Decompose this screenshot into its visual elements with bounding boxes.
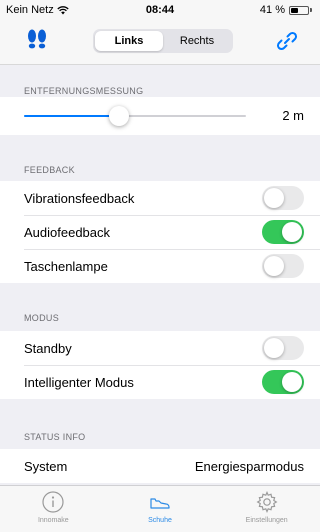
slider-fill [24, 115, 120, 117]
segment-rechts[interactable]: Rechts [163, 31, 231, 51]
navigation-bar: Links Rechts [0, 20, 320, 65]
switch-knob [282, 222, 302, 242]
switch-knob [264, 256, 284, 276]
section-header-modus: MODUS [24, 313, 59, 323]
system-status-value: Energiesparmodus [194, 458, 304, 474]
status-info-group: System Energiesparmodus [0, 449, 320, 483]
distance-slider-row: 2 m [0, 97, 320, 135]
row-label: Audiofeedback [24, 224, 111, 240]
row-system-status: System Energiesparmodus [0, 449, 320, 483]
row-flashlight: Taschenlampe [0, 249, 320, 283]
tab-label: Einstellungen [245, 517, 288, 524]
tab-innomake[interactable]: Innomake [0, 486, 107, 532]
link-icon[interactable] [274, 28, 300, 54]
switch-knob [264, 338, 284, 358]
info-icon [42, 491, 64, 513]
feedback-group: Vibrationsfeedback Audiofeedback Taschen… [0, 181, 320, 283]
section-header-status-info: STATUS INFO [24, 432, 86, 442]
distance-slider[interactable] [24, 106, 246, 126]
section-header-distance: ENTFERNUNGSMESSUNG [24, 86, 144, 96]
switch-knob [282, 372, 302, 392]
row-smart-mode: Intelligenter Modus [0, 365, 320, 399]
tab-label: Schuhe [148, 517, 172, 524]
side-segmented-control[interactable]: Links Rechts [93, 29, 233, 53]
row-label: System [24, 458, 68, 474]
modus-group: Standby Intelligenter Modus [0, 331, 320, 399]
segment-links[interactable]: Links [95, 31, 163, 51]
switch-knob [264, 188, 284, 208]
vibration-feedback-switch[interactable] [262, 186, 304, 210]
slider-thumb[interactable] [109, 106, 130, 126]
gear-icon [256, 491, 278, 513]
tab-einstellungen[interactable]: Einstellungen [213, 486, 320, 532]
standby-switch[interactable] [262, 336, 304, 360]
row-label: Standby [24, 340, 72, 356]
battery-percent: 41 % [259, 4, 285, 16]
row-audio-feedback: Audiofeedback [0, 215, 320, 249]
row-vibration-feedback: Vibrationsfeedback [0, 181, 320, 215]
tab-label: Innomake [37, 517, 69, 524]
status-bar: Kein Netz 08:44 41 % [0, 0, 320, 20]
row-label: Vibrationsfeedback [24, 190, 135, 206]
distance-value: 2 m [282, 108, 304, 123]
tab-schuhe[interactable]: Schuhe [107, 486, 214, 532]
battery-indicator: 41 % [260, 4, 312, 16]
footprints-icon[interactable] [24, 27, 50, 53]
row-standby: Standby [0, 331, 320, 365]
row-label: Taschenlampe [24, 258, 108, 274]
section-header-feedback: FEEDBACK [24, 165, 75, 175]
shoe-icon [150, 498, 170, 509]
battery-level [291, 7, 298, 13]
row-label: Intelligenter Modus [24, 374, 134, 390]
audio-feedback-switch[interactable] [262, 220, 304, 244]
tab-bar: Innomake Schuhe Einstellungen [0, 485, 320, 532]
battery-tip [310, 8, 312, 12]
flashlight-switch[interactable] [262, 254, 304, 278]
smart-mode-switch[interactable] [262, 370, 304, 394]
battery-icon [289, 5, 309, 15]
